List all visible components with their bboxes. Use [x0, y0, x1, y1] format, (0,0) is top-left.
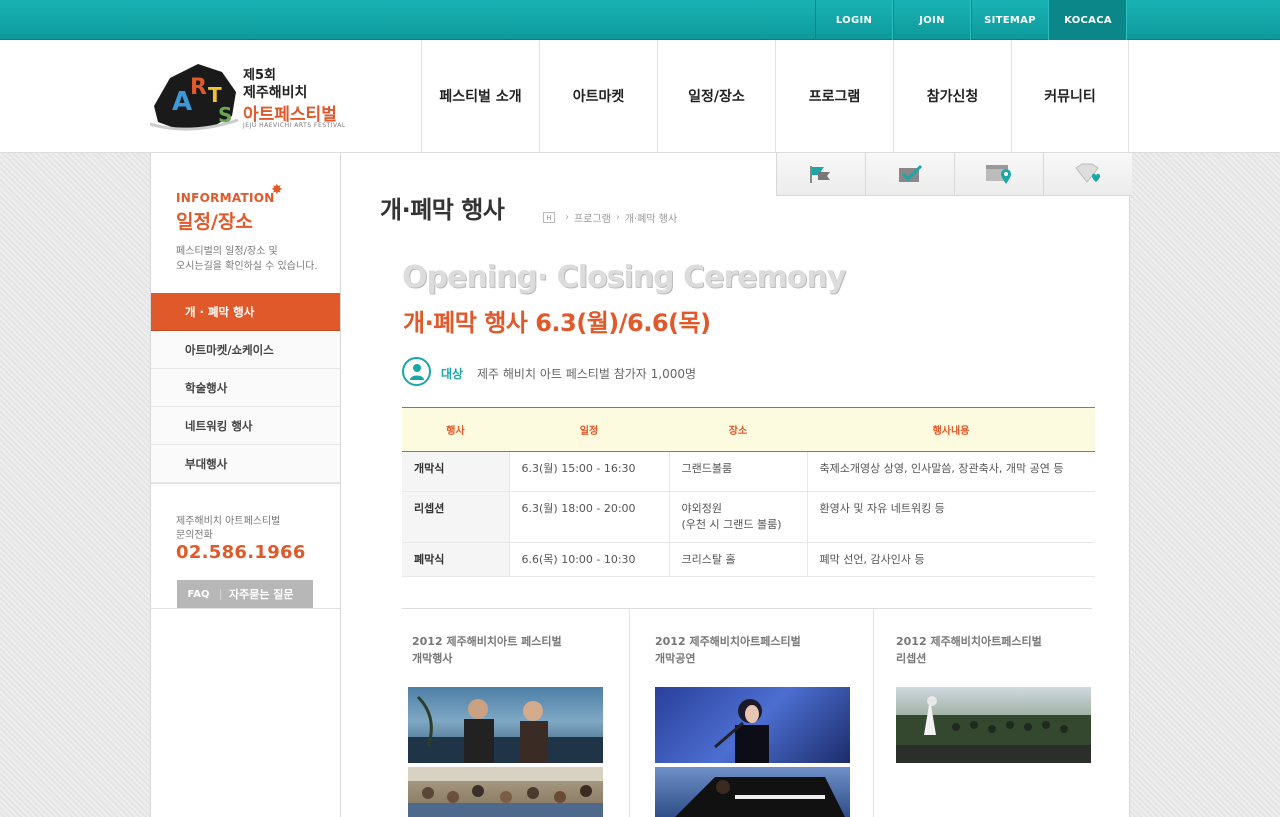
sidebar-desc-line2: 오시는길을 확인하실 수 있습니다.: [176, 261, 318, 272]
sidebar-menu: 개 · 폐막 행사 아트마켓/쇼케이스 학술행사 네트워킹 행사 부대행사: [151, 293, 340, 483]
kocaca-link[interactable]: KOCACA: [1049, 0, 1127, 40]
flag-icon[interactable]: [776, 153, 865, 196]
page-title: 개·폐막 행사: [380, 196, 505, 224]
table-row: 개막식 6.3(월) 15:00 - 16:30 그랜드볼룸 축제소개영상 상영…: [402, 451, 1095, 492]
photo-opening-pianist[interactable]: [655, 767, 850, 817]
gallery-caption-opening: 2012 제주해비치아트 페스티벌 개막행사: [412, 633, 562, 667]
top-bar: LOGIN JOIN SITEMAP KOCACA: [0, 0, 1280, 40]
contact-label-line1: 제주해비치 아트페스티벌: [176, 516, 281, 527]
table-cell: 폐막식: [402, 542, 510, 577]
gallery-caption-performance: 2012 제주해비치아트페스티벌 개막공연: [655, 633, 801, 667]
logo-edition: 제5회: [243, 68, 276, 83]
korean-title: 개·폐막 행사 6.3(월)/6.6(목): [403, 309, 711, 337]
schedule-table: 행사 일정 장소 행사내용 개막식 6.3(월) 15:00 - 16:30 그…: [402, 407, 1095, 577]
nav-schedule-venue[interactable]: 일정/장소: [657, 40, 775, 152]
diamond-heart-icon[interactable]: [1043, 153, 1132, 196]
table-cell: 6.3(월) 15:00 - 16:30: [509, 451, 670, 492]
person-icon: [402, 357, 431, 386]
table-cell: 개막식: [402, 451, 510, 492]
login-link[interactable]: LOGIN: [815, 0, 893, 40]
logo-english: JEJU HAEVICHI ARTS FESTIVAL: [243, 122, 346, 129]
sidebar-item-networking[interactable]: 네트워킹 행사: [151, 407, 340, 445]
photo-reception[interactable]: [896, 687, 1091, 763]
logo-letter-s: S: [218, 103, 232, 127]
table-row: 리셉션 6.3(월) 18:00 - 20:00 야외정원 (우천 시 그랜드 …: [402, 491, 1095, 543]
sidebar-desc-line1: 페스티벌의 일정/장소 및: [176, 246, 278, 257]
check-mail-icon[interactable]: [865, 153, 954, 196]
table-cell: 환영사 및 자유 네트워킹 등: [807, 491, 1095, 543]
english-title: Opening· Closing Ceremony: [402, 260, 846, 295]
nav-festival-intro[interactable]: 페스티벌 소개: [421, 40, 539, 152]
sitemap-link[interactable]: SITEMAP: [971, 0, 1049, 40]
site-logo[interactable]: A R T S 제5회 제주해비치 아트페스티벌 JEJU HAEVICHI A…: [150, 58, 360, 136]
gallery-caption-line: 개막공연: [655, 652, 696, 665]
table-header-details: 행사내용: [807, 407, 1095, 452]
join-link[interactable]: JOIN: [893, 0, 971, 40]
table-header-event: 행사: [402, 407, 509, 452]
sidebar-bottom-divider: [151, 608, 340, 609]
table-header-venue: 장소: [669, 407, 807, 452]
photo-opening-hosts[interactable]: [408, 687, 603, 763]
nav-apply[interactable]: 참가신청: [893, 40, 1011, 152]
logo-letter-r: R: [190, 75, 207, 100]
faq-text: 자주묻는 질문: [229, 588, 294, 601]
photo-opening-audience[interactable]: [408, 767, 603, 817]
sidebar-item-artmarket[interactable]: 아트마켓/쇼케이스: [151, 331, 340, 369]
home-icon[interactable]: H: [543, 212, 555, 223]
quick-menu: [776, 153, 1132, 196]
sidebar-info-label: INFORMATION: [176, 191, 275, 205]
gallery-caption-line: 개막행사: [412, 652, 453, 665]
breadcrumb-current: 개·폐막 행사: [624, 214, 678, 225]
table-cell: 그랜드볼룸: [669, 451, 808, 492]
faq-button[interactable]: FAQ 자주묻는 질문: [177, 580, 313, 608]
nav-program[interactable]: 프로그램: [775, 40, 893, 152]
target-label: 대상: [441, 367, 464, 381]
table-cell: 리셉션: [402, 491, 510, 543]
gallery-divider: [402, 608, 1092, 609]
sidebar-item-academic[interactable]: 학술행사: [151, 369, 340, 407]
main-container: INFORMATION ✸ 일정/장소 페스티벌의 일정/장소 및 오시는길을 …: [150, 153, 1132, 817]
table-row: 폐막식 6.6(목) 10:00 - 10:30 크리스탈 홀 폐막 선언, 감…: [402, 542, 1095, 577]
table-cell: 폐막 선언, 감사인사 등: [807, 542, 1095, 577]
maple-leaf-icon: ✸: [271, 182, 283, 198]
top-links: LOGIN JOIN SITEMAP KOCACA: [815, 0, 1127, 40]
nav-art-market[interactable]: 아트마켓: [539, 40, 657, 152]
table-cell: 크리스탈 홀: [669, 542, 808, 577]
gallery-caption-line: 2012 제주해비치아트페스티벌: [896, 635, 1042, 648]
sidebar: INFORMATION ✸ 일정/장소 페스티벌의 일정/장소 및 오시는길을 …: [151, 153, 341, 817]
sidebar-divider: [151, 483, 340, 484]
map-pin-icon[interactable]: [954, 153, 1043, 196]
table-cell: 축제소개영상 상영, 인사말씀, 장관축사, 개막 공연 등: [807, 451, 1095, 492]
table-cell: 야외정원 (우천 시 그랜드 볼룸): [669, 491, 808, 543]
gallery-column-divider: [873, 608, 874, 817]
main-nav: 페스티벌 소개 아트마켓 일정/장소 프로그램 참가신청 커뮤니티: [421, 40, 1129, 152]
gallery-caption-line: 2012 제주해비치아트 페스티벌: [412, 635, 562, 648]
breadcrumb: H › 프로그램 › 개·폐막 행사: [543, 210, 677, 225]
faq-label: FAQ: [177, 588, 221, 600]
gallery-caption-line: 2012 제주해비치아트페스티벌: [655, 635, 801, 648]
gallery-caption-line: 리셉션: [896, 652, 927, 665]
table-header-time: 일정: [509, 407, 669, 452]
photo-opening-singer[interactable]: [655, 687, 850, 763]
sidebar-item-side-events[interactable]: 부대행사: [151, 445, 340, 483]
target-text: 제주 해비치 아트 페스티벌 참가자 1,000명: [477, 367, 697, 381]
table-cell: 6.6(목) 10:00 - 10:30: [509, 542, 670, 577]
sidebar-item-ceremony[interactable]: 개 · 폐막 행사: [151, 293, 340, 331]
gallery-caption-reception: 2012 제주해비치아트페스티벌 리셉션: [896, 633, 1042, 667]
contact-label-line2: 문의전화: [176, 530, 213, 541]
contact-phone: 02.586.1966: [176, 542, 306, 563]
logo-name: 제주해비치: [243, 85, 308, 101]
breadcrumb-program[interactable]: 프로그램: [574, 210, 611, 225]
nav-community[interactable]: 커뮤니티: [1011, 40, 1129, 152]
gallery-column-divider: [629, 608, 630, 817]
header: A R T S 제5회 제주해비치 아트페스티벌 JEJU HAEVICHI A…: [0, 40, 1280, 153]
sidebar-title: 일정/장소: [176, 211, 253, 233]
table-cell: 6.3(월) 18:00 - 20:00: [509, 491, 670, 543]
arts-logo-icon: A R T S: [150, 64, 239, 131]
